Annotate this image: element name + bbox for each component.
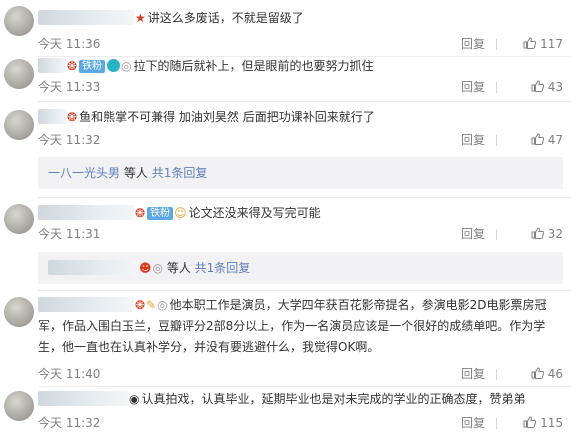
verified-badge-icon: ◎ xyxy=(157,298,168,312)
thumbs-up-icon xyxy=(523,416,537,428)
badge-icon: ✎ xyxy=(146,298,157,312)
smile-emoji-icon: ☺ xyxy=(174,206,187,220)
reply-button[interactable]: 回复 xyxy=(461,79,485,95)
sub-replies-bar[interactable]: ☻◎ 等人 共1条回复 xyxy=(38,252,563,284)
comment-item: ❂✎◎ 他本职工作是演员，大学四年获百花影帝提名，参演电影2D电影票房冠军，作品入… xyxy=(0,291,571,385)
reply-button[interactable]: 回复 xyxy=(461,366,485,382)
username-blurred[interactable] xyxy=(38,109,66,124)
comment-item: ◉ 认真拍戏，认真毕业，延期毕业也是对未完成的学业的正确态度，赞弟弟 今天 11:… xyxy=(0,387,571,439)
avatar[interactable] xyxy=(4,297,34,327)
sub-replies-bar[interactable]: 一八一光头男 等人 共1条回复 xyxy=(38,157,563,189)
divider xyxy=(496,418,497,429)
like-button[interactable]: 32 xyxy=(505,226,563,242)
comment-text: 鱼和熊掌不可兼得 加油刘昊然 后面把功课补回来就行了 xyxy=(79,110,375,124)
sub-reply-middle: 等人 xyxy=(166,261,191,275)
reply-button[interactable]: 回复 xyxy=(461,132,485,148)
comment-item: ❂ 铁粉 ☺ 论文还没来得及写完可能 今天 11:31 回复 32 ☻◎ 等人 共1条… xyxy=(0,198,571,290)
comment-time: 今天 11:36 xyxy=(38,37,101,51)
sub-reply-user-link[interactable]: 一八一光头男 xyxy=(48,166,120,180)
thumbs-up-icon xyxy=(531,133,544,145)
comment-item: ❂ 鱼和熊掌不可兼得 加油刘昊然 后面把功课补回来就行了 今天 11:32 回复 … xyxy=(0,102,571,196)
divider xyxy=(496,82,497,93)
comment-time: 今天 11:33 xyxy=(38,80,101,94)
like-button[interactable]: 47 xyxy=(505,132,563,148)
face-emoji-icon: ☻ xyxy=(139,261,152,275)
like-count: 43 xyxy=(547,80,563,94)
like-button[interactable]: 115 xyxy=(505,415,563,431)
comment-time: 今天 11:31 xyxy=(38,227,101,241)
comment-text: 拉下的随后就补上，但是眼前的也要努力抓住 xyxy=(133,59,374,73)
like-count: 46 xyxy=(547,367,563,381)
username-blurred[interactable] xyxy=(38,297,134,312)
avatar[interactable] xyxy=(4,59,34,89)
like-count: 115 xyxy=(540,416,563,430)
comment-time: 今天 11:32 xyxy=(38,133,101,147)
thumbs-up-icon xyxy=(531,80,544,92)
view-replies-link[interactable]: 共1条回复 xyxy=(195,261,251,275)
avatar[interactable] xyxy=(4,204,34,234)
like-count: 32 xyxy=(547,227,563,241)
vip-badge-icon xyxy=(107,59,121,72)
like-button[interactable]: 43 xyxy=(505,79,563,95)
fan-badge: 铁粉 xyxy=(79,60,106,73)
comment-text: 认真拍戏，认真毕业，延期毕业也是对未完成的学业的正确态度，赞弟弟 xyxy=(141,392,526,406)
username-blurred[interactable] xyxy=(38,58,66,73)
divider xyxy=(496,135,497,146)
sub-reply-user-blurred[interactable] xyxy=(48,260,138,275)
thumbs-up-icon xyxy=(531,227,544,239)
medal-icon: ❂ xyxy=(67,110,78,124)
panda-emoji-icon: ◉ xyxy=(129,392,140,406)
username-blurred[interactable] xyxy=(38,391,128,406)
comment-text: 论文还没来得及写完可能 xyxy=(188,206,321,220)
avatar[interactable] xyxy=(4,6,34,36)
medal-icon: ❂ xyxy=(135,206,146,220)
like-count: 117 xyxy=(540,37,563,51)
comment-item: ★ 讲这么多废话，不就是留级了 今天 11:36 回复 117 xyxy=(0,0,571,57)
username-blurred[interactable] xyxy=(38,10,134,25)
verified-badge-icon: ◎ xyxy=(121,59,132,73)
medal-icon: ❂ xyxy=(67,59,78,73)
red-star-icon: ★ xyxy=(135,11,146,25)
comment-item: ❂ 铁粉 ◎ 拉下的随后就补上，但是眼前的也要努力抓住 今天 11:33 回复 43 xyxy=(0,57,571,101)
reply-button[interactable]: 回复 xyxy=(461,226,485,242)
divider xyxy=(496,229,497,240)
comment-text: 讲这么多废话，不就是留级了 xyxy=(147,11,304,25)
avatar[interactable] xyxy=(4,110,34,140)
thumbs-up-icon xyxy=(531,367,544,379)
fan-badge: 铁粉 xyxy=(147,207,174,220)
medal-icon: ❂ xyxy=(135,298,146,312)
avatar[interactable] xyxy=(4,391,34,421)
comment-time: 今天 11:40 xyxy=(38,367,101,381)
like-count: 47 xyxy=(547,133,563,147)
divider xyxy=(496,39,497,50)
verified-badge-icon: ◎ xyxy=(152,261,163,275)
username-blurred[interactable] xyxy=(38,205,134,220)
sub-reply-middle: 等人 xyxy=(123,166,148,180)
comment-time: 今天 11:32 xyxy=(38,416,101,430)
view-replies-link[interactable]: 共1条回复 xyxy=(152,166,208,180)
reply-button[interactable]: 回复 xyxy=(461,36,485,52)
like-button[interactable]: 117 xyxy=(505,36,563,52)
divider xyxy=(496,369,497,380)
like-button[interactable]: 46 xyxy=(505,366,563,382)
reply-button[interactable]: 回复 xyxy=(461,415,485,431)
thumbs-up-icon xyxy=(523,37,537,49)
